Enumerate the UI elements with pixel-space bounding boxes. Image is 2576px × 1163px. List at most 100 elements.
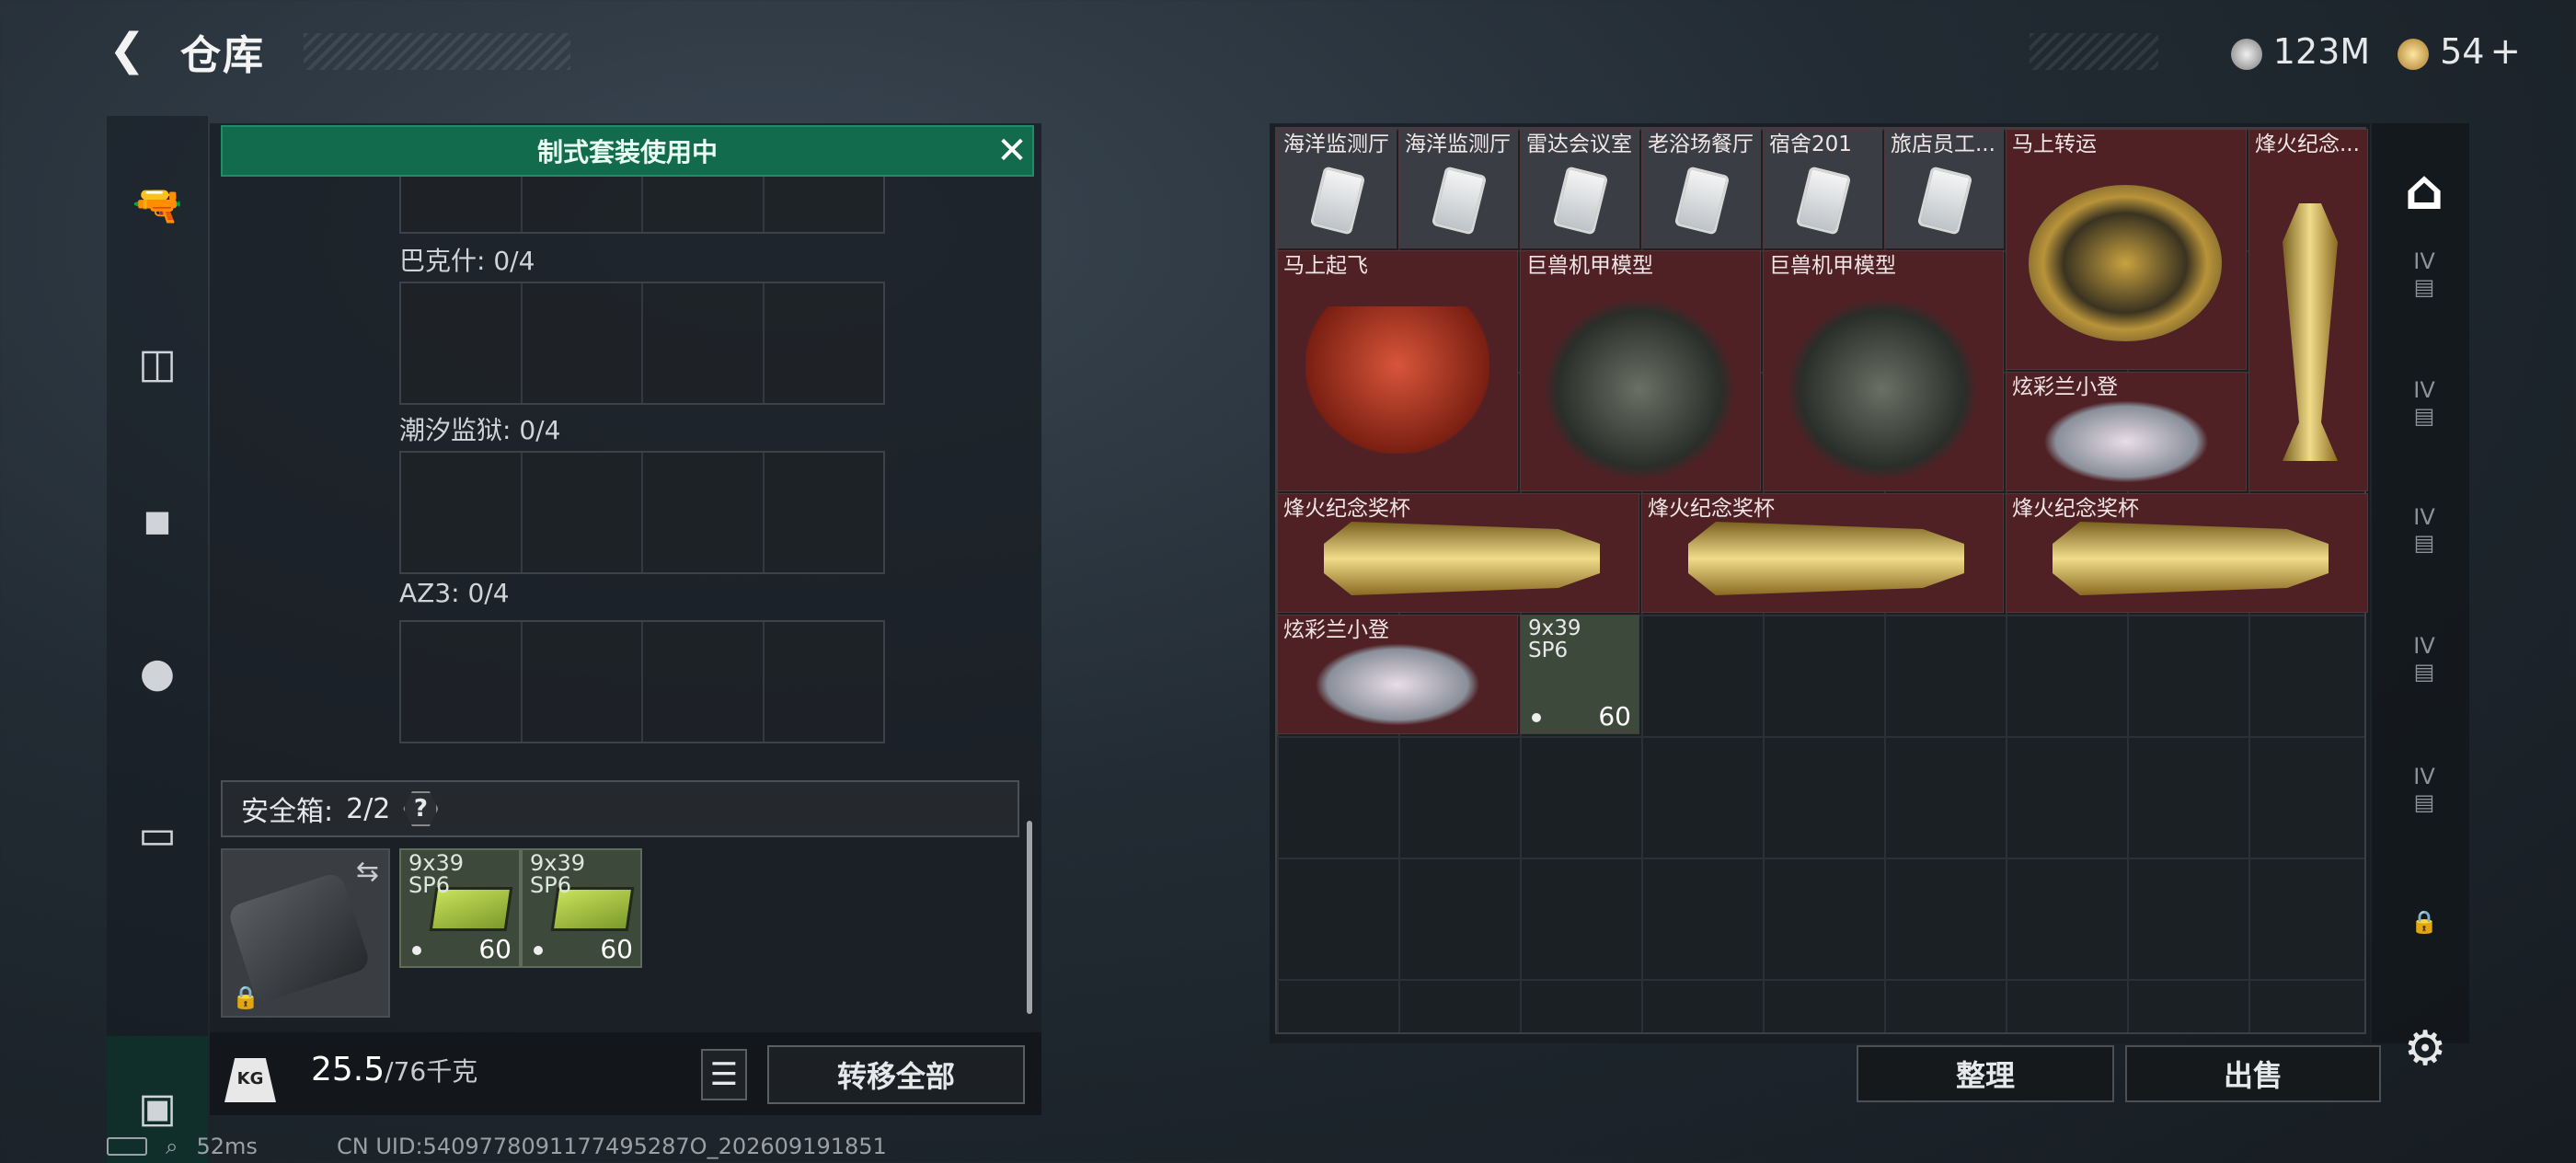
slot-row-tidal-prison[interactable] [399,451,885,574]
keycard-image [1431,166,1488,236]
backpack-icon[interactable]: ◾ [107,469,208,570]
item-dot-icon [534,946,543,955]
wifi-icon: ⌕ [166,1134,178,1159]
uid-text: CN UID:5409778091177495287O_202609191851 [337,1134,887,1159]
slot-row-bakesh[interactable] [399,282,885,405]
stash-page-icon[interactable]: IV ▤ [2392,504,2456,569]
stash-item[interactable]: 烽火纪念奖杯 [2006,493,2368,613]
ammo-item[interactable]: 9x39 SP6 60 [399,848,521,968]
page-title: 仓库 [180,32,265,79]
toy-image [2043,400,2209,483]
gold-coin-icon [2398,38,2430,70]
stash-item[interactable]: 马上转运 [2006,129,2247,370]
currency-bar: 123M 54 + [2230,24,2521,79]
mech-image [1543,297,1736,481]
trophy-image [1324,522,1600,595]
bag-icon[interactable]: ● [107,622,208,723]
slot-label-az3: AZ3: 0/4 [399,578,510,608]
sort-button[interactable]: 整理 [1857,1045,2114,1102]
item-name: 马上起飞 [1283,254,1368,278]
disc-image [2029,185,2222,341]
stash-page-icon[interactable]: IV ▤ [2392,248,2456,313]
item-name: 烽火纪念奖杯 [2012,497,2139,521]
stash-page-icon[interactable]: IV ▤ [2392,377,2456,442]
battery-icon [107,1137,147,1156]
item-name: 老浴场餐厅 [1648,132,1754,156]
stash-item[interactable]: 炫彩兰小登 [2006,372,2247,491]
item-name: 9x39 SP6 [1528,616,1581,662]
stash-item[interactable]: 马上起飞 [1277,250,1518,491]
stash-page-icon[interactable]: IV ▤ [2392,633,2456,697]
item-dot-icon [1532,713,1541,722]
add-gold-button[interactable]: + [2490,30,2521,73]
stash-item[interactable]: 巨兽机甲模型 [1763,250,2004,491]
stash-item[interactable]: 烽火纪念奖杯 [1277,493,1639,613]
help-icon[interactable]: ? [403,791,439,826]
item-name: 炫彩兰小登 [2012,375,2118,399]
item-name: 烽火纪念... [2255,132,2360,156]
scrollbar[interactable] [1027,821,1032,1014]
item-name: 海洋监测厅 [1405,132,1511,156]
item-name: 烽火纪念奖杯 [1283,497,1410,521]
transfer-all-button[interactable]: 转移全部 [767,1045,1025,1104]
item-quantity: 60 [1598,701,1631,731]
gold-currency[interactable]: 54 + [2398,30,2521,73]
stash-item[interactable]: 巨兽机甲模型 [1520,250,1761,491]
weapon-icon[interactable]: 🔫 [107,155,208,256]
status-bar: ⌕ 52ms [107,1134,258,1159]
keycard-image [1673,166,1731,236]
horse-image [1305,306,1489,454]
stash-item[interactable]: 老浴场餐厅 [1641,129,1761,248]
stash-item[interactable]: 宿舍201 [1763,129,1882,248]
suit-banner: 制式套装使用中 [221,125,1034,177]
silver-currency: 123M [2230,31,2370,72]
list-view-icon[interactable]: ☰ [701,1049,747,1100]
ping-text: 52ms [196,1134,258,1159]
stash-item[interactable]: 旅店员工... [1884,129,2004,248]
sell-button[interactable]: 出售 [2125,1045,2381,1102]
stash-page-icon[interactable]: IV ▤ [2392,764,2456,828]
lock-icon: 🔒 [232,985,259,1010]
toy-image [1315,643,1480,726]
slot-label-tidal-prison: 潮汐监狱: 0/4 [399,415,561,445]
slot-row-az3[interactable] [399,620,885,743]
item-name: 旅店员工... [1891,132,1995,156]
stash-item[interactable]: 烽火纪念... [2248,129,2368,491]
swap-icon[interactable]: ⇆ [356,856,379,888]
keycard-image [1795,166,1852,236]
item-name: 巨兽机甲模型 [1769,254,1896,278]
stash-item[interactable]: 海洋监测厅 [1398,129,1518,248]
stash-item[interactable]: 海洋监测厅 [1277,129,1397,248]
close-icon[interactable]: ✕ [990,129,1034,173]
stash-tab-icon[interactable]: ⌂ [2392,158,2456,223]
lock-icon: 🔒 [2410,909,2438,935]
safe-case-slot[interactable]: ⇆ 🔒 [221,848,390,1018]
keycard-image [1552,166,1609,236]
item-name: 烽火纪念奖杯 [1648,497,1775,521]
item-name: 雷达会议室 [1526,132,1632,156]
stash-item[interactable]: 9x39 SP6 60 [1520,615,1639,734]
gear-icon[interactable]: ⚙ [2398,1021,2453,1077]
item-name: 马上转运 [2012,132,2097,156]
chest-rig-icon[interactable]: ▭ [107,784,208,885]
trophy-image [2283,203,2338,461]
ammo-item[interactable]: 9x39 SP6 60 [521,848,642,968]
weight-readout: 25.5/76千克 [311,1051,478,1088]
keycard-image [1309,166,1366,236]
stash-item[interactable]: 炫彩兰小登 [1277,615,1518,734]
mech-image [1786,297,1979,481]
stash-item[interactable]: 烽火纪念奖杯 [1641,493,2004,613]
back-icon[interactable]: ❮ [109,24,160,75]
silver-coin-icon [2230,38,2262,70]
slot-label-bakesh: 巴克什: 0/4 [399,246,535,276]
item-name: 炫彩兰小登 [1283,618,1389,642]
stash-item[interactable]: 雷达会议室 [1520,129,1639,248]
item-name: 巨兽机甲模型 [1526,254,1653,278]
item-dot-icon [412,946,421,955]
armor-icon[interactable]: ◫ [107,313,208,414]
keycard-image [1916,166,1973,236]
item-name: 海洋监测厅 [1283,132,1389,156]
item-name: 宿舍201 [1769,132,1852,156]
title-decoration [304,33,570,70]
trophy-image [2053,522,2329,595]
